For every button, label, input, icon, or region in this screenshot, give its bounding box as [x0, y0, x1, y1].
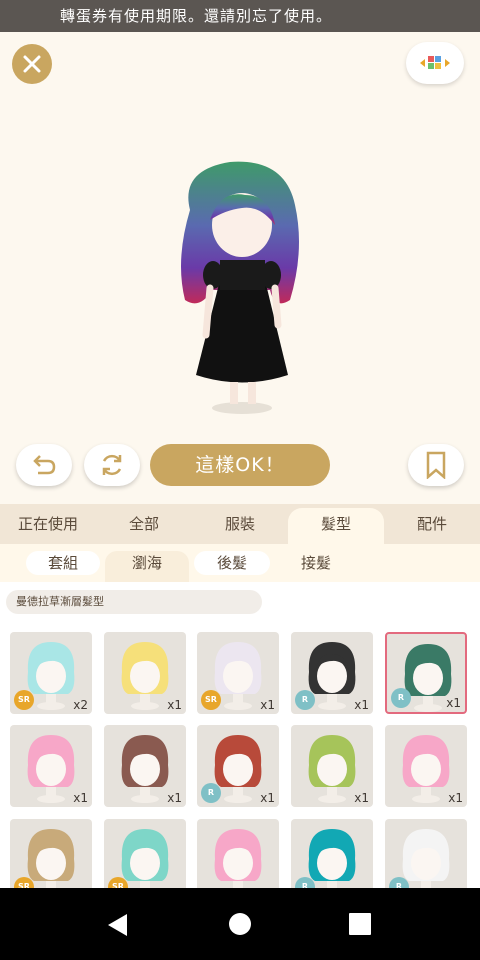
- confirm-ok-button[interactable]: 這樣OK！: [150, 444, 330, 486]
- item-count: x1: [448, 791, 463, 805]
- tab-accessories[interactable]: 配件: [384, 504, 480, 544]
- hair-item-card[interactable]: [197, 819, 279, 888]
- hair-item-card[interactable]: x1: [10, 725, 92, 807]
- item-count: x1: [354, 791, 369, 805]
- item-panel: 曼德拉草漸層髮型 SR x2 x1 SR x1 Rx1 Rx1 x1 x1 Rx1 x1 x1 SR SR…: [0, 582, 480, 888]
- tab-in-use[interactable]: 正在使用: [0, 504, 96, 544]
- hair-preview-icon: [214, 829, 262, 888]
- recents-icon[interactable]: [349, 913, 371, 935]
- hair-item-card[interactable]: R: [385, 819, 467, 888]
- palette-grid-icon: [420, 56, 450, 69]
- subtab-extensions[interactable]: 接髮: [278, 551, 354, 575]
- hair-item-card[interactable]: SR x1: [197, 632, 279, 714]
- avatar-character: [181, 161, 299, 414]
- back-icon[interactable]: [105, 912, 131, 938]
- hair-item-card[interactable]: x1: [291, 725, 373, 807]
- hair-item-card[interactable]: SR: [10, 819, 92, 888]
- hair-item-card[interactable]: x1: [104, 632, 186, 714]
- bookmark-icon: [426, 451, 446, 479]
- close-button[interactable]: [12, 44, 52, 84]
- rarity-badge: R: [201, 783, 221, 803]
- rarity-badge: SR: [201, 690, 221, 710]
- hair-item-card[interactable]: R: [291, 819, 373, 888]
- subtab-back-hair[interactable]: 後髮: [194, 551, 270, 575]
- hair-item-card[interactable]: x1: [385, 725, 467, 807]
- hair-item-card[interactable]: x1: [104, 725, 186, 807]
- home-icon[interactable]: [228, 912, 252, 936]
- close-icon: [23, 55, 41, 73]
- item-count: x1: [167, 791, 182, 805]
- rotate-icon: [102, 454, 122, 476]
- category-tabs: 正在使用 全部 服裝 髮型 配件: [0, 504, 480, 544]
- rarity-badge: R: [295, 690, 315, 710]
- android-nav-bar: [0, 888, 480, 960]
- tab-clothing[interactable]: 服裝: [192, 504, 288, 544]
- hair-item-card[interactable]: SR: [104, 819, 186, 888]
- rotate-button[interactable]: [84, 444, 140, 486]
- hair-item-card[interactable]: Rx1: [291, 632, 373, 714]
- item-count: x1: [260, 698, 275, 712]
- undo-icon: [33, 455, 56, 475]
- subtab-bangs[interactable]: 瀏海: [105, 551, 189, 582]
- item-count: x1: [260, 791, 275, 805]
- hair-subtabs: 套組 瀏海 後髮 接髮: [0, 544, 480, 582]
- bookmark-button[interactable]: [408, 444, 464, 486]
- item-count: x2: [73, 698, 88, 712]
- notice-bar: 轉蛋券有使用期限。還請別忘了使用。: [0, 0, 480, 32]
- rarity-badge: SR: [14, 690, 34, 710]
- tab-all[interactable]: 全部: [96, 504, 192, 544]
- item-count: x1: [446, 696, 461, 710]
- item-count: x1: [73, 791, 88, 805]
- subtab-set[interactable]: 套組: [26, 551, 100, 575]
- hair-item-card[interactable]: Rx1: [197, 725, 279, 807]
- selected-item-name: 曼德拉草漸層髮型: [6, 590, 262, 614]
- rarity-badge: R: [391, 688, 411, 708]
- item-count: x1: [167, 698, 182, 712]
- hair-item-card[interactable]: SR x2: [10, 632, 92, 714]
- hair-item-card[interactable]: Rx1: [385, 632, 467, 714]
- undo-button[interactable]: [16, 444, 72, 486]
- layout-toggle-button[interactable]: [406, 42, 464, 84]
- tab-hairstyle[interactable]: 髮型: [288, 508, 384, 544]
- item-count: x1: [354, 698, 369, 712]
